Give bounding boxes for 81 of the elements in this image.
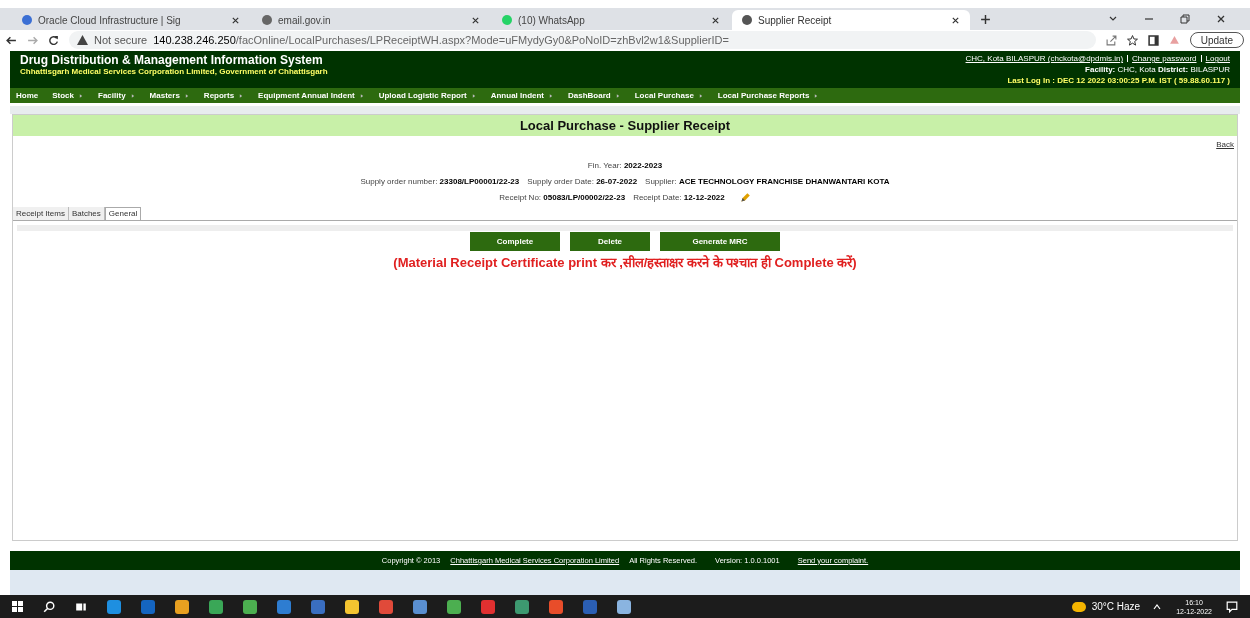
submenu-arrow-icon [548, 92, 554, 99]
submenu-arrow-icon [614, 92, 621, 99]
info-field: Receipt No: 05083/LP/00002/22-23 [499, 192, 626, 204]
menu-item[interactable]: Facility [98, 89, 136, 102]
tab[interactable]: Receipt Items [13, 207, 69, 220]
close-icon[interactable] [471, 15, 480, 25]
menu-item[interactable]: Stock [52, 89, 85, 102]
app-icon[interactable] [515, 599, 529, 614]
submenu-arrow-icon [129, 92, 136, 99]
submenu-arrow-icon [183, 92, 190, 99]
action-button[interactable]: Complete [470, 232, 560, 251]
app-icon[interactable] [447, 599, 461, 614]
app-icon[interactable] [413, 599, 427, 614]
system-title: Drug Distribution & Management Information System [20, 53, 324, 67]
windows-start-icon[interactable] [12, 601, 23, 612]
instruction-note: (Material Receipt Certificate print कर ,सील/हस्ताक्षर करने के पश्चात ही Complete करें) [392, 254, 858, 272]
task-view-icon[interactable] [75, 600, 87, 613]
browser-tab[interactable]: Oracle Cloud Infrastructure | Sig [12, 10, 250, 30]
info-field: Supplier: ACE TECHNOLOGY FRANCHISE DHANWANTARI KOTA [645, 176, 890, 188]
menu-item[interactable]: Masters [149, 89, 190, 102]
tab[interactable]: Batches [68, 207, 105, 220]
reload-icon[interactable] [48, 34, 59, 46]
close-icon[interactable] [231, 15, 240, 25]
back-link[interactable]: Back [1216, 139, 1234, 151]
menu-item[interactable]: Home [16, 89, 39, 102]
close-icon[interactable] [711, 15, 720, 25]
back-icon[interactable] [6, 34, 17, 46]
sidebar-icon[interactable] [1147, 34, 1159, 46]
info-field: Supply order number: 23308/LP00001/22-23 [360, 176, 520, 188]
menu-item[interactable]: Upload Logistic Report [378, 89, 477, 102]
notification-icon[interactable] [1226, 600, 1238, 613]
menu-item[interactable]: DashBoard [568, 89, 621, 102]
menu-item[interactable]: Local Purchase Reports [717, 89, 820, 102]
menu-item[interactable]: Equipment Annual Indent [258, 89, 365, 102]
close-icon[interactable] [1216, 14, 1226, 24]
user-link[interactable]: CHC, Kota BILASPUR (chckota@dpdmis.in) [965, 53, 1124, 64]
share-icon[interactable] [1105, 34, 1117, 46]
app-icon[interactable] [243, 599, 257, 614]
facility-text: Facility: CHC, Kota District: BILASPUR [1085, 64, 1230, 75]
menu-item[interactable]: Annual Indent [490, 89, 554, 102]
browser-tab[interactable]: Supplier Receipt [732, 10, 970, 30]
info-field: Receipt Date: 12-12-2022 [633, 192, 725, 204]
submenu-arrow-icon [238, 92, 245, 99]
action-button[interactable]: Generate MRC [660, 232, 780, 251]
search-icon[interactable] [43, 600, 55, 613]
app-icon[interactable] [209, 599, 223, 614]
url-text: 140.238.246.250/facOnline/LocalPurchases/LPReceiptWH.aspx?Mode=uFMydyGy0&PoNoID=zhBvl2w1&SupplierID= [153, 32, 729, 48]
warning-icon [77, 35, 88, 45]
weather-icon [1071, 601, 1086, 612]
browser-tab[interactable]: email.gov.in [252, 10, 490, 30]
last-login-text: Last Log In : DEC 12 2022 03:00:25 P.M. IST ( 59.88.60.117 ) [1007, 75, 1230, 86]
app-icon[interactable] [345, 599, 359, 614]
security-label: Not secure [94, 32, 148, 48]
submenu-arrow-icon [470, 92, 477, 99]
logout-link[interactable]: Logout [1205, 53, 1230, 64]
submenu-arrow-icon [78, 92, 85, 99]
tab[interactable]: General [104, 207, 142, 221]
app-icon[interactable] [107, 599, 121, 614]
submenu-arrow-icon [813, 92, 820, 99]
submenu-arrow-icon [358, 92, 365, 99]
fin-year-text: Fin. Year: 2022-2023 [587, 160, 663, 172]
address-bar[interactable]: Not secure 140.238.246.250/facOnline/LocalPurchases/LPReceiptWH.aspx?Mode=uFMydyGy0&PoNoID=zhBvl2w1&SupplierID= [69, 31, 1096, 49]
weather-text: 30°C Haze [1091, 600, 1141, 614]
star-icon[interactable] [1126, 34, 1138, 46]
info-field: Supply order Date: 26-07-2022 [527, 176, 638, 188]
action-button[interactable]: Delete [570, 232, 650, 251]
menu-item[interactable]: Reports [203, 89, 245, 102]
app-icon[interactable] [175, 599, 189, 614]
app-icon[interactable] [549, 599, 563, 614]
browser-tab[interactable]: (10) WhatsApp [492, 10, 730, 30]
page-title: Local Purchase - Supplier Receipt [13, 115, 1237, 136]
system-subtitle: Chhattisgarh Medical Services Corporation Limited, Government of Chhattisgarh [20, 67, 328, 77]
restore-icon[interactable] [1180, 14, 1190, 24]
app-icon[interactable] [379, 599, 393, 614]
close-icon[interactable] [951, 15, 960, 25]
app-icon[interactable] [617, 599, 631, 614]
menu-item[interactable]: Local Purchase [634, 89, 704, 102]
submenu-arrow-icon [697, 92, 704, 99]
change-password-link[interactable]: Change password [1132, 53, 1197, 64]
pencil-icon[interactable] [738, 192, 751, 204]
new-tab-icon[interactable] [980, 14, 991, 25]
